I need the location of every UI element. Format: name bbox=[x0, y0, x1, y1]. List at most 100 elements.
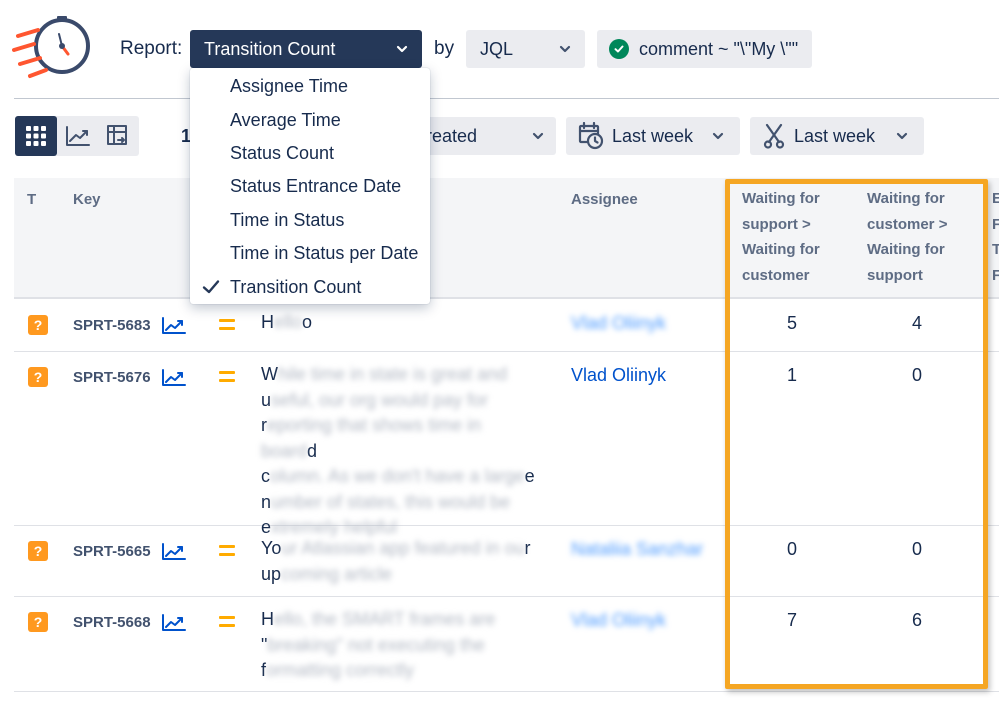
issue-summary[interactable]: Your Atlassian app featured in our upcomi… bbox=[261, 536, 541, 587]
chart-view-button[interactable] bbox=[57, 116, 99, 156]
transition-count-cell: 0 bbox=[911, 365, 922, 385]
summary-visible-text: r bbox=[524, 538, 531, 558]
issue-summary[interactable]: While time in state is great and useful, … bbox=[261, 362, 541, 541]
summary-redacted-text: ello bbox=[274, 312, 303, 332]
transition-count-cell: 4 bbox=[911, 313, 922, 333]
view-switcher bbox=[15, 116, 139, 156]
column-header-support-to-customer[interactable]: Waiting for support > Waiting for custom… bbox=[742, 186, 820, 288]
transition-count-cell: 0 bbox=[786, 539, 797, 559]
question-type-icon: ? bbox=[28, 367, 48, 387]
header-line: customer bbox=[742, 266, 810, 284]
header-line: support bbox=[867, 266, 923, 284]
summary-redacted-text: coming article bbox=[281, 563, 393, 584]
table-row[interactable]: ? SPRT-5665 Your Atlassian app featured in… bbox=[14, 526, 999, 597]
report-type-select[interactable]: Transition Count bbox=[190, 30, 422, 68]
summary-line: formatting correctly bbox=[261, 658, 541, 684]
header-line: support > bbox=[742, 215, 811, 233]
priority-medium-icon bbox=[219, 545, 235, 561]
header-line: customer > bbox=[867, 215, 948, 233]
transition-count-cell: 1 bbox=[786, 365, 797, 385]
summary-line: reporting that shows time in boardd bbox=[261, 413, 541, 464]
report-menu-label: Assignee Time bbox=[230, 76, 349, 97]
summary-visible-text: d bbox=[307, 440, 318, 461]
report-menu-label: Average Time bbox=[230, 109, 341, 130]
summary-visible-text: n bbox=[261, 491, 272, 512]
issue-summary[interactable]: Hello, the SMART frames are "breaking" no… bbox=[261, 607, 541, 684]
summary-line: number of states, this would be bbox=[261, 490, 541, 516]
summary-redacted-text: ur Atlassian app featured in ou bbox=[281, 538, 525, 558]
header-line: F bbox=[992, 215, 999, 233]
trend-icon[interactable] bbox=[162, 614, 186, 637]
table-row[interactable]: ? SPRT-5676 While time in state is great a… bbox=[14, 352, 999, 537]
report-menu-item[interactable]: Transition Count bbox=[190, 270, 430, 303]
created-range-select[interactable]: Last week bbox=[566, 117, 740, 155]
issue-key-link[interactable]: SPRT-5668 bbox=[73, 614, 151, 631]
line-chart-icon bbox=[66, 126, 90, 146]
date-field-value: reated bbox=[426, 125, 478, 146]
summary-visible-text: H bbox=[261, 609, 274, 629]
trend-icon[interactable] bbox=[162, 369, 186, 392]
table-row[interactable]: ? SPRT-5668 Hello, the SMART frames are "br… bbox=[14, 597, 999, 692]
summary-line: upcoming article bbox=[261, 562, 541, 588]
summary-visible-text: W bbox=[261, 364, 278, 384]
assignee-link[interactable]: Vlad Oliinyk bbox=[571, 610, 666, 631]
assignee-link[interactable]: Nataliia Sanzhar bbox=[571, 539, 703, 560]
column-header-assignee[interactable]: Assignee bbox=[571, 191, 638, 208]
summary-line: Helloo bbox=[261, 310, 541, 336]
grid-view-button[interactable] bbox=[15, 116, 57, 156]
report-label: Report: bbox=[120, 38, 183, 59]
header-line: Waiting for bbox=[867, 241, 945, 258]
assignee-link[interactable]: Vlad Oliinyk bbox=[571, 313, 666, 334]
report-type-value: Transition Count bbox=[204, 38, 336, 59]
date-field-select[interactable]: reated bbox=[410, 117, 556, 155]
report-menu-item[interactable]: Average Time bbox=[190, 103, 430, 136]
issue-key-link[interactable]: SPRT-5665 bbox=[73, 543, 151, 560]
priority-medium-icon bbox=[219, 319, 235, 335]
report-menu-label: Transition Count bbox=[230, 276, 362, 297]
report-menu-item[interactable]: Time in Status bbox=[190, 204, 430, 237]
trend-icon[interactable] bbox=[162, 543, 186, 566]
jql-filter-chip[interactable]: comment ~ "\"My \"" bbox=[597, 30, 812, 68]
report-menu-label: Status Count bbox=[230, 142, 335, 163]
table-header: T Key Assignee Waiting for support > Wai… bbox=[14, 178, 999, 299]
summary-line: Hello, the SMART frames are bbox=[261, 607, 541, 633]
created-range-value: Last week bbox=[612, 125, 694, 146]
summary-line: Your Atlassian app featured in our bbox=[261, 536, 541, 562]
header-line: E bbox=[992, 190, 999, 207]
header-line: Waiting for bbox=[867, 190, 945, 207]
table-row[interactable]: ? SPRT-5683 Helloo Vlad Oliinyk 5 4 bbox=[14, 300, 999, 352]
summary-visible-text: e bbox=[524, 466, 535, 486]
assignee-link[interactable]: Vlad Oliinyk bbox=[571, 365, 666, 386]
chevron-down-icon bbox=[896, 132, 908, 140]
resolved-range-value: Last week bbox=[794, 125, 876, 146]
report-menu-item[interactable]: Assignee Time bbox=[190, 70, 430, 103]
issue-key-link[interactable]: SPRT-5683 bbox=[73, 317, 151, 334]
trend-icon[interactable] bbox=[162, 317, 186, 340]
priority-medium-icon bbox=[219, 616, 235, 632]
summary-visible-text: up bbox=[261, 563, 282, 584]
pivot-table-icon bbox=[107, 125, 127, 145]
pivot-view-button[interactable] bbox=[97, 116, 139, 156]
column-header-key[interactable]: Key bbox=[73, 191, 101, 208]
jql-filter-text: comment ~ "\"My \"" bbox=[639, 38, 799, 59]
resolved-range-select[interactable]: Last week bbox=[750, 117, 924, 155]
issue-summary[interactable]: Helloo bbox=[261, 310, 541, 336]
summary-visible-text: o bbox=[302, 312, 313, 332]
transition-count-cell: 0 bbox=[911, 539, 922, 559]
summary-visible-text: c bbox=[261, 466, 270, 486]
report-menu-label: Time in Status bbox=[230, 209, 345, 230]
report-menu-item[interactable]: Time in Status per Date bbox=[190, 237, 430, 270]
report-menu-item[interactable]: Status Entrance Date bbox=[190, 170, 430, 203]
summary-visible-text: Yo bbox=[261, 538, 282, 558]
summary-line: column. As we don't have a largee bbox=[261, 464, 541, 490]
column-header-customer-to-support[interactable]: Waiting for customer > Waiting for suppo… bbox=[867, 186, 947, 288]
report-menu-item[interactable]: Status Count bbox=[190, 137, 430, 170]
summary-redacted-text: ormatting correctly bbox=[266, 660, 415, 680]
issue-key-link[interactable]: SPRT-5676 bbox=[73, 369, 151, 386]
source-select[interactable]: JQL bbox=[466, 30, 585, 68]
transition-count-cell: 6 bbox=[911, 610, 922, 630]
column-header-type[interactable]: T bbox=[27, 191, 36, 208]
summary-redacted-text: breaking" not executing the bbox=[267, 634, 485, 655]
column-header-next[interactable]: E F T F bbox=[992, 186, 999, 288]
header-divider bbox=[14, 98, 999, 99]
